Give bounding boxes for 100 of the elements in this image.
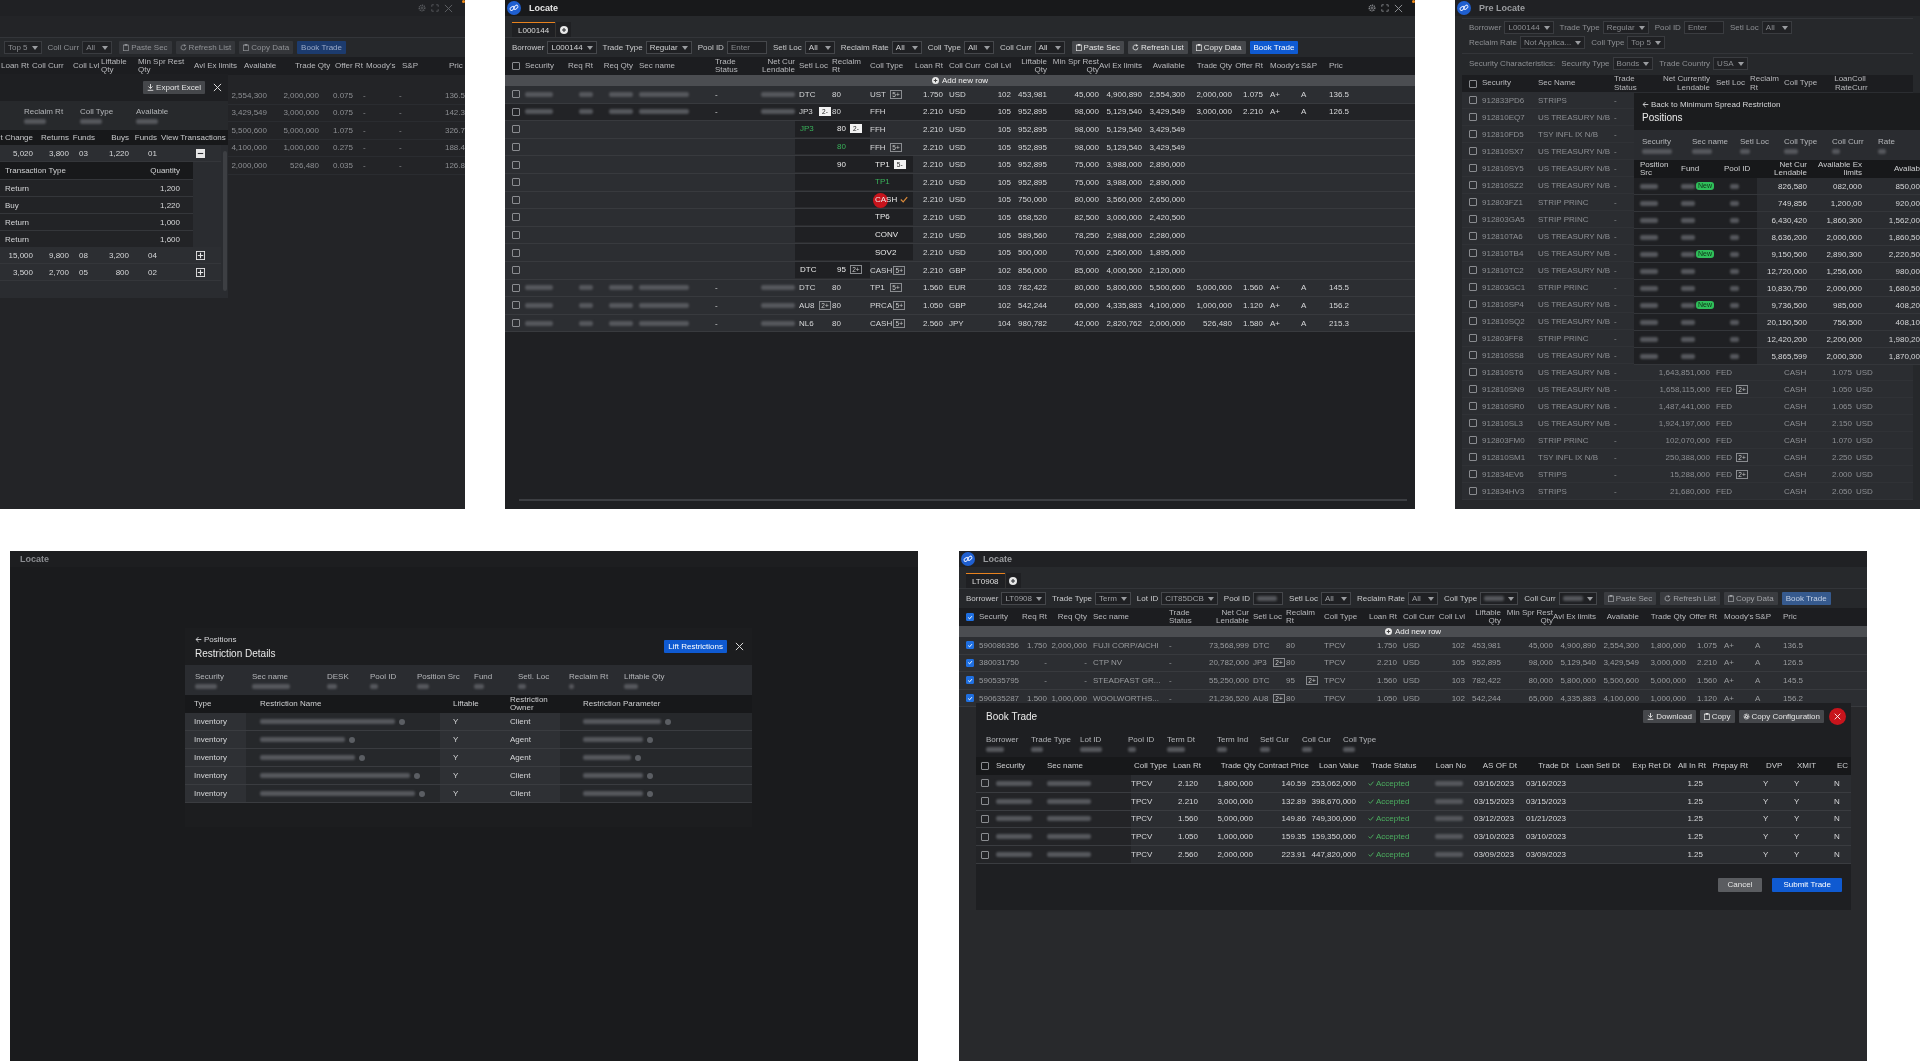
- dropdown-option[interactable]: JP3: [795, 121, 832, 138]
- checkbox[interactable]: [966, 676, 974, 685]
- dropdown[interactable]: All: [1034, 41, 1065, 54]
- checkbox[interactable]: [981, 779, 989, 788]
- checkbox[interactable]: [1469, 249, 1477, 257]
- checkbox[interactable]: [1469, 113, 1477, 121]
- text-field[interactable]: [1253, 592, 1284, 605]
- checkbox[interactable]: [1469, 130, 1477, 138]
- settings-icon[interactable]: [1368, 4, 1376, 12]
- export-button[interactable]: Export Excel: [143, 81, 205, 94]
- dropdown[interactable]: [1480, 592, 1519, 605]
- text-field[interactable]: Enter: [726, 41, 767, 54]
- add-tab-icon[interactable]: [559, 25, 568, 34]
- dropdown-option[interactable]: TP6: [870, 209, 913, 226]
- checkbox[interactable]: [512, 213, 520, 222]
- checkbox[interactable]: [966, 694, 974, 703]
- dropdown[interactable]: USA: [1713, 57, 1748, 70]
- dropdown[interactable]: Top 5: [4, 41, 42, 54]
- add-tab-icon[interactable]: [1009, 576, 1018, 585]
- close-icon[interactable]: [1394, 3, 1403, 13]
- checkbox[interactable]: [1469, 402, 1477, 410]
- checkbox[interactable]: [512, 178, 520, 187]
- dropdown[interactable]: All: [82, 41, 113, 54]
- dropdown-option[interactable]: 90: [832, 156, 870, 173]
- dropdown[interactable]: L000144: [547, 41, 597, 54]
- checkbox[interactable]: [1469, 147, 1477, 155]
- book-trade-button[interactable]: Book Trade: [297, 41, 346, 54]
- text-field[interactable]: Enter: [1683, 21, 1724, 34]
- checkbox[interactable]: [981, 797, 989, 806]
- checkbox[interactable]: [512, 301, 520, 310]
- checkbox[interactable]: [512, 248, 520, 257]
- checkbox[interactable]: [1469, 300, 1477, 308]
- checkbox[interactable]: [1469, 79, 1477, 88]
- checkbox[interactable]: [1469, 317, 1477, 325]
- checkbox[interactable]: [1469, 419, 1477, 427]
- checkbox[interactable]: [512, 125, 520, 134]
- cancel-button[interactable]: Cancel: [1717, 878, 1763, 892]
- maximize-icon[interactable]: [1381, 4, 1389, 12]
- checkbox[interactable]: [512, 62, 520, 70]
- back-link[interactable]: Back to Minimum Spread Restriction: [1642, 100, 1920, 109]
- checkbox[interactable]: [1469, 198, 1477, 206]
- checkbox[interactable]: [981, 850, 989, 859]
- checkbox[interactable]: [1469, 232, 1477, 240]
- checkbox[interactable]: [512, 319, 520, 327]
- dropdown[interactable]: All: [964, 41, 994, 54]
- tab[interactable]: L000144: [512, 22, 556, 37]
- dropdown[interactable]: All: [891, 41, 922, 54]
- settings-icon[interactable]: [418, 4, 426, 12]
- collapse-icon[interactable]: [196, 148, 205, 158]
- paste-button[interactable]: Paste Sec: [1603, 592, 1657, 605]
- checkbox[interactable]: [1469, 351, 1477, 359]
- checkbox[interactable]: [512, 283, 520, 292]
- dropdown[interactable]: All: [1321, 592, 1351, 605]
- checkbox[interactable]: [1469, 215, 1477, 223]
- checkbox[interactable]: [1469, 453, 1477, 461]
- copy-button[interactable]: Copy Data: [239, 41, 294, 54]
- dropdown[interactable]: All: [1761, 21, 1792, 34]
- tab[interactable]: LT0908: [966, 573, 1005, 588]
- paste-button[interactable]: Paste Sec: [119, 41, 172, 54]
- checkbox[interactable]: [1469, 266, 1477, 274]
- copy-button[interactable]: Copy Data: [1723, 592, 1778, 605]
- checkbox[interactable]: [512, 231, 520, 240]
- table-row[interactable]: 590086356 1.750 2,000,000 FUJI CORP/AICHI - 73,568,999 DTC 80 TPCV 1.750 USD 102 453,981 45,000 4,900,890 2,554,300 1,800,000 1.075 A+ A 136.5: [959, 637, 1867, 655]
- dropdown[interactable]: Top 5: [1627, 36, 1665, 49]
- book-trade-button[interactable]: Book Trade: [1781, 592, 1831, 605]
- download-button[interactable]: Download: [1643, 710, 1696, 723]
- checkbox[interactable]: [981, 815, 989, 823]
- copy-button[interactable]: Copy Data: [1191, 41, 1246, 54]
- expand-icon[interactable]: [196, 267, 205, 277]
- table-row[interactable]: SOV2 2.210 USD 105 500,000 70,000 2,560,000 1,895,000: [505, 244, 1415, 262]
- checkbox[interactable]: [512, 143, 520, 152]
- back-link[interactable]: Positions: [195, 634, 276, 644]
- paste-button[interactable]: Paste Sec: [1071, 41, 1125, 54]
- add-row-button[interactable]: Add new row: [931, 76, 989, 85]
- close-button[interactable]: [1829, 708, 1846, 725]
- checkbox[interactable]: [966, 641, 974, 650]
- book-trade-button[interactable]: Book Trade: [1249, 41, 1299, 54]
- table-row[interactable]: TP6 2.210 USD 105 658,520 82,500 3,000,000 2,420,500: [505, 209, 1415, 227]
- checkbox[interactable]: [512, 160, 520, 169]
- checkbox[interactable]: [1469, 436, 1477, 444]
- dropdown[interactable]: All: [804, 41, 835, 54]
- checkbox[interactable]: [966, 658, 974, 667]
- refresh-button[interactable]: Refresh List: [175, 41, 236, 54]
- checkbox[interactable]: [512, 90, 520, 99]
- checkbox[interactable]: [1469, 470, 1477, 478]
- dropdown[interactable]: Regular: [1602, 21, 1649, 34]
- checkbox[interactable]: [1469, 334, 1477, 342]
- checkbox[interactable]: [981, 832, 989, 841]
- checkbox[interactable]: [1469, 164, 1477, 172]
- dropdown-option[interactable]: SOV2: [870, 244, 913, 261]
- dropdown[interactable]: Term: [1095, 592, 1131, 605]
- checkbox[interactable]: [512, 266, 520, 275]
- expand-icon[interactable]: [196, 250, 205, 260]
- submit-trade-button[interactable]: Submit Trade: [1772, 878, 1842, 892]
- refresh-button[interactable]: Refresh List: [1128, 41, 1188, 54]
- dropdown[interactable]: Not Applica...: [1520, 36, 1586, 49]
- dropdown[interactable]: L000144: [1504, 21, 1554, 34]
- dropdown[interactable]: Bonds: [1612, 57, 1654, 70]
- checkbox[interactable]: [981, 762, 989, 770]
- checkbox[interactable]: [1469, 385, 1477, 393]
